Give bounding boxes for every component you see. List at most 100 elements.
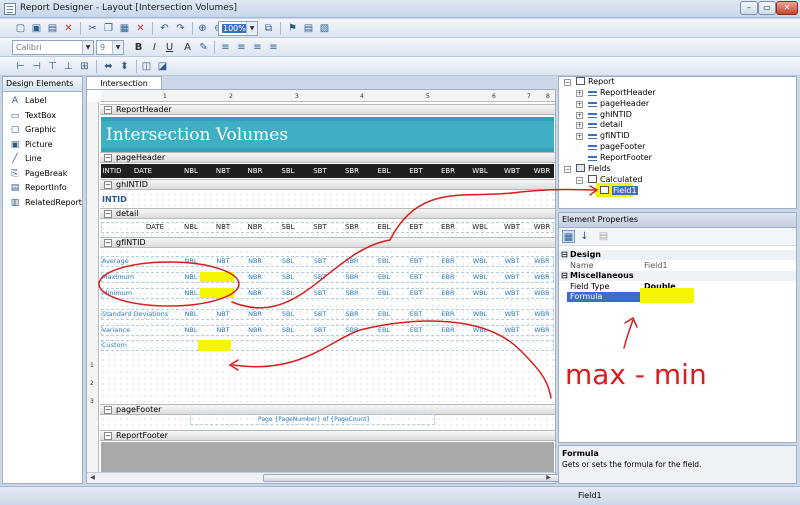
redo-icon[interactable]: ↷ <box>174 22 187 35</box>
group-cell-ebr[interactable]: EBR <box>437 272 459 283</box>
collapse-toggle[interactable]: − <box>104 406 112 414</box>
header-intid[interactable]: INTID <box>102 165 122 177</box>
collapse-toggle[interactable]: − <box>104 181 112 189</box>
header-wbr[interactable]: WBR <box>531 165 553 177</box>
font-size-combo[interactable]: 9 ▼ <box>96 40 124 55</box>
horizontal-scrollbar[interactable]: ◀ ▶ <box>87 472 563 483</box>
group-cell-sbt[interactable]: SBT <box>309 288 331 299</box>
group-cell-wbl[interactable]: WBL <box>469 309 491 320</box>
group-cell-sbr[interactable]: SBR <box>341 288 363 299</box>
group-cell-nbt[interactable]: NBT <box>212 309 234 320</box>
element-textbox[interactable]: ▭ TextBox <box>3 109 82 124</box>
custom-field-highlight[interactable] <box>198 340 231 351</box>
header-ebr[interactable]: EBR <box>437 165 459 177</box>
tree-fields[interactable]: Fields <box>576 164 611 174</box>
header-sbt[interactable]: SBT <box>309 165 331 177</box>
save-icon[interactable]: ▣ <box>30 22 43 35</box>
group-cell-ebr[interactable]: EBR <box>437 325 459 336</box>
category-design[interactable]: ⊟ Design <box>559 250 796 260</box>
minimize-button[interactable]: – <box>740 1 758 15</box>
same-width-icon[interactable]: ⬌ <box>102 60 115 73</box>
header-wbl[interactable]: WBL <box>469 165 491 177</box>
remove-icon[interactable]: ✕ <box>134 22 147 35</box>
formula-value-input[interactable] <box>640 288 694 303</box>
group-cell-wbr[interactable]: WBR <box>531 309 553 320</box>
group-cell-wbl[interactable]: WBL <box>469 325 491 336</box>
categorized-icon[interactable]: ▦ <box>562 230 575 243</box>
group-cell-ebl[interactable]: EBL <box>373 288 395 299</box>
font-combo[interactable]: Calibri ▼ <box>12 40 94 55</box>
detail-sbt[interactable]: SBT <box>309 222 331 233</box>
align-left-icon[interactable]: ≡ <box>219 41 232 54</box>
align-right-icon[interactable]: ≡ <box>251 41 264 54</box>
group-row-label[interactable]: Minimum <box>102 288 132 299</box>
group-cell-wbt[interactable]: WBT <box>501 309 523 320</box>
group-cell-sbr[interactable]: SBR <box>341 272 363 283</box>
header-ebt[interactable]: EBT <box>405 165 427 177</box>
group-cell-wbl[interactable]: WBL <box>469 256 491 267</box>
tree-section-reportheader[interactable]: ReportHeader <box>588 88 656 98</box>
group-cell-nbr[interactable]: NBR <box>244 288 266 299</box>
group-row-label[interactable]: Average <box>102 256 129 267</box>
align-lefts-icon[interactable]: ⊢ <box>14 60 27 73</box>
group-cell-nbl[interactable]: NBL <box>180 272 202 283</box>
element-graphic[interactable]: ▢ Graphic <box>3 123 82 138</box>
tab-intersection-volumes[interactable]: Intersection Volumes <box>86 76 162 101</box>
group-cell-nbl[interactable]: NBL <box>180 256 202 267</box>
copy-icon[interactable]: ❐ <box>102 22 115 35</box>
group-cell-ebt[interactable]: EBT <box>405 309 427 320</box>
header-nbr[interactable]: NBR <box>244 165 266 177</box>
group-row-label[interactable]: Standard Deviations <box>102 309 168 320</box>
group-cell-ebt[interactable]: EBT <box>405 256 427 267</box>
expand-toggle[interactable]: − <box>564 166 571 173</box>
group-cell-wbl[interactable]: WBL <box>469 272 491 283</box>
group-cell-sbl[interactable]: SBL <box>277 325 299 336</box>
scroll-right-icon[interactable]: ▶ <box>543 473 554 483</box>
group-intid-field[interactable]: INTID <box>102 194 127 205</box>
send-back-icon[interactable]: ◪ <box>156 60 169 73</box>
scroll-thumb[interactable] <box>263 474 563 482</box>
detail-wbr[interactable]: WBR <box>531 222 553 233</box>
detail-nbl[interactable]: NBL <box>180 222 202 233</box>
detail-sbr[interactable]: SBR <box>341 222 363 233</box>
group-cell-sbr[interactable]: SBR <box>341 309 363 320</box>
tree-section-pageheader[interactable]: pageHeader <box>588 99 649 109</box>
detail-sbl[interactable]: SBL <box>277 222 299 233</box>
group-cell-sbl[interactable]: SBL <box>277 256 299 267</box>
group-row-label[interactable]: Variance <box>102 325 130 336</box>
detail-ebl[interactable]: EBL <box>373 222 395 233</box>
group-cell-ebl[interactable]: EBL <box>373 272 395 283</box>
align-tops-icon[interactable]: ⊤ <box>46 60 59 73</box>
element-relatedreport[interactable]: ▥ RelatedReport <box>3 196 82 211</box>
detail-wbl[interactable]: WBL <box>469 222 491 233</box>
group-cell-sbl[interactable]: SBL <box>277 309 299 320</box>
group-cell-sbr[interactable]: SBR <box>341 325 363 336</box>
detail-date[interactable]: DATE <box>142 222 168 233</box>
group-cell-wbr[interactable]: WBR <box>531 325 553 336</box>
group-cell-sbl[interactable]: SBL <box>277 288 299 299</box>
bold-button[interactable]: B <box>132 41 145 54</box>
category-misc[interactable]: ⊟ Miscellaneous <box>559 271 796 281</box>
tree-section-ghintid[interactable]: ghINTID <box>588 110 632 120</box>
group-cell-sbt[interactable]: SBT <box>309 272 331 283</box>
back-color-icon[interactable]: ✎ <box>197 41 210 54</box>
element-pagebreak[interactable]: ⎘ PageBreak <box>3 167 82 182</box>
group-cell-wbt[interactable]: WBT <box>501 272 523 283</box>
group-cell-wbr[interactable]: WBR <box>531 272 553 283</box>
expand-toggle[interactable]: + <box>576 100 583 108</box>
element-line[interactable]: ╱ Line <box>3 152 82 167</box>
expand-toggle[interactable]: − <box>576 177 583 184</box>
justify-icon[interactable]: ≡ <box>267 41 280 54</box>
group-cell-nbl[interactable]: NBL <box>180 325 202 336</box>
group-cell-ebl[interactable]: EBL <box>373 325 395 336</box>
bring-front-icon[interactable]: ◫ <box>140 60 153 73</box>
header-wbt[interactable]: WBT <box>501 165 523 177</box>
group-cell-sbt[interactable]: SBT <box>309 309 331 320</box>
group-cell-nbr[interactable]: NBR <box>244 256 266 267</box>
band-page-header[interactable]: − pageHeader <box>100 152 555 163</box>
group-cell-ebt[interactable]: EBT <box>405 272 427 283</box>
header-nbl[interactable]: NBL <box>180 165 202 177</box>
band-report-header[interactable]: − ReportHeader <box>100 104 555 115</box>
undo-icon[interactable]: ↶ <box>158 22 171 35</box>
group-cell-nbt[interactable]: NBT <box>212 256 234 267</box>
